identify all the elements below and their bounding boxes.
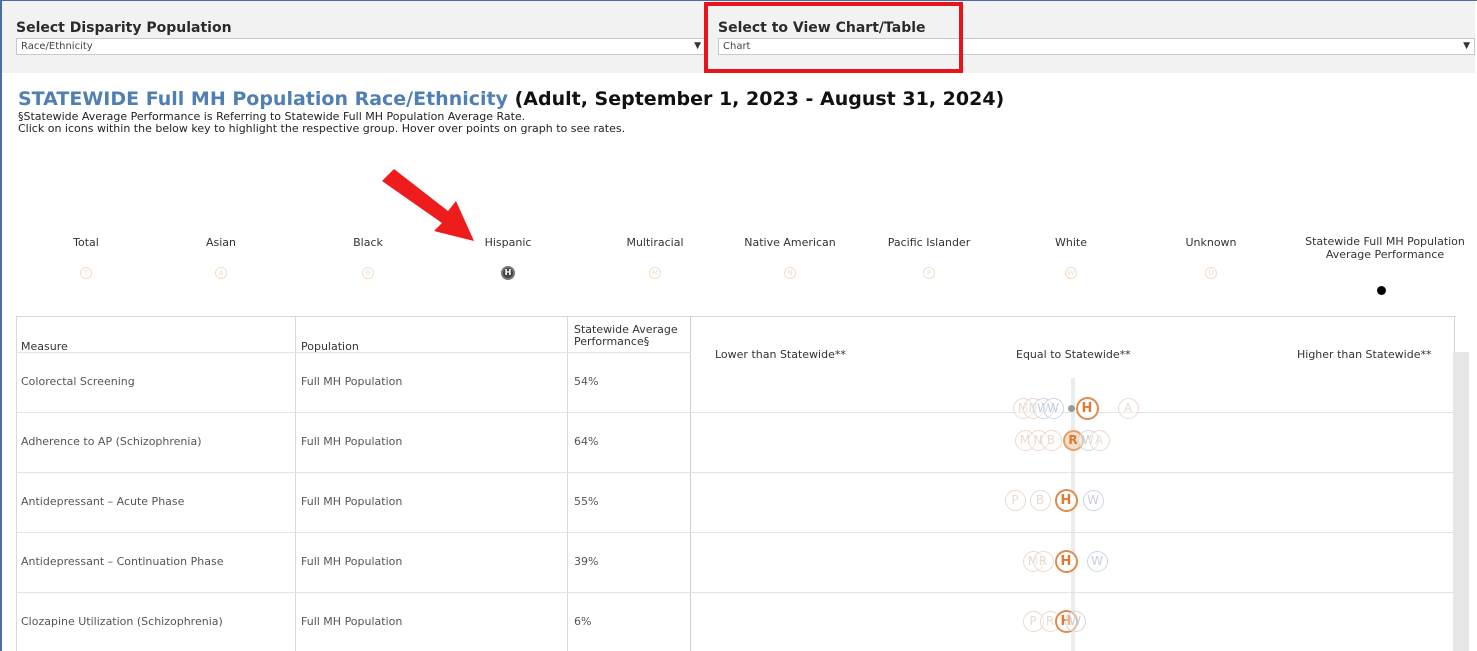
marker-w[interactable]: W: [1064, 610, 1086, 632]
row-divider: [16, 472, 1454, 473]
row-population: Full MH Population: [301, 615, 403, 628]
legend-label-asian: Asian: [205, 236, 237, 249]
legend-hispanic-icon[interactable]: H: [501, 266, 515, 280]
legend-multiracial-icon[interactable]: M: [649, 267, 661, 279]
legend-label-native-american: Native American: [744, 236, 836, 249]
row-measure: Antidepressant – Continuation Phase: [21, 555, 224, 568]
legend-native-american-icon[interactable]: N: [784, 267, 796, 279]
chevron-down-icon: ▼: [1463, 41, 1470, 51]
marker-h[interactable]: H: [1054, 549, 1078, 573]
row-population: Full MH Population: [301, 375, 403, 388]
annotation-highlight-box: [704, 2, 963, 73]
marker-a[interactable]: A: [1117, 397, 1139, 419]
col-divider: [295, 316, 296, 651]
row-measure: Adherence to AP (Schizophrenia): [21, 435, 202, 448]
vertical-scrollbar[interactable]: [1453, 352, 1469, 651]
col-divider: [1454, 316, 1455, 352]
row-statewide-avg: 54%: [574, 375, 599, 388]
legend-total-icon[interactable]: T: [80, 267, 92, 279]
legend-label-black: Black: [353, 236, 383, 249]
marker-a[interactable]: A: [1088, 429, 1110, 451]
marker-b[interactable]: B: [1029, 489, 1051, 511]
measures-table: [16, 316, 1456, 651]
legend-white-icon[interactable]: W: [1065, 267, 1077, 279]
row-statewide-avg: 64%: [574, 435, 599, 448]
disparity-filter-label: Select Disparity Population: [16, 20, 232, 36]
header-statewide-avg: Statewide Average Performance§: [574, 323, 678, 348]
legend-pacific-islander-icon[interactable]: P: [923, 267, 935, 279]
row-measure: Colorectal Screening: [21, 375, 135, 388]
legend-label-total: Total: [73, 236, 99, 249]
row-divider: [16, 532, 1454, 533]
legend-label-white: White: [1055, 236, 1087, 249]
disparity-select[interactable]: Race/Ethnicity ▼: [16, 38, 706, 55]
header-divider: [16, 352, 691, 353]
marker-r[interactable]: R: [1032, 550, 1054, 572]
header-lower: Lower than Statewide**: [715, 348, 846, 361]
legend-avg-label: Statewide Full MH Population Average Per…: [1305, 235, 1465, 261]
legend-label-hispanic: Hispanic: [484, 236, 532, 249]
row-divider: [16, 412, 1454, 413]
title-main: STATEWIDE Full MH Population Race/Ethnic…: [18, 88, 508, 110]
legend-label-unknown: Unknown: [1185, 236, 1237, 249]
col-divider: [567, 316, 568, 651]
legend-black-icon[interactable]: B: [362, 267, 374, 279]
legend-label-multiracial: Multiracial: [626, 236, 684, 249]
marker-w[interactable]: W: [1082, 489, 1104, 511]
legend-avg-dot[interactable]: [1377, 286, 1386, 295]
legend-asian-icon[interactable]: A: [215, 267, 227, 279]
row-measure: Antidepressant – Acute Phase: [21, 495, 185, 508]
row-statewide-avg: 39%: [574, 555, 599, 568]
row-population: Full MH Population: [301, 555, 403, 568]
marker-w[interactable]: W: [1042, 397, 1064, 419]
marker-w[interactable]: W: [1086, 550, 1108, 572]
row-population: Full MH Population: [301, 495, 403, 508]
marker-p[interactable]: P: [1004, 489, 1026, 511]
page-title: STATEWIDE Full MH Population Race/Ethnic…: [18, 88, 1004, 110]
disparity-select-value: Race/Ethnicity: [21, 41, 93, 52]
row-statewide-avg: 6%: [574, 615, 592, 628]
row-measure: Clozapine Utilization (Schizophrenia): [21, 615, 223, 628]
header-higher: Higher than Statewide**: [1297, 348, 1432, 361]
note-instructions: Click on icons within the below key to h…: [18, 122, 626, 135]
row-divider: [16, 592, 1454, 593]
legend-label-pacific-islander: Pacific Islander: [887, 236, 971, 249]
header-equal: Equal to Statewide**: [1016, 348, 1131, 361]
annotation-arrow-icon: [382, 169, 474, 241]
marker-h[interactable]: H: [1054, 488, 1078, 512]
title-sub: (Adult, September 1, 2023 - August 31, 2…: [508, 88, 1005, 110]
marker-b[interactable]: B: [1040, 429, 1062, 451]
col-divider: [690, 316, 691, 651]
statewide-average-point[interactable]: [1067, 404, 1075, 412]
chevron-down-icon: ▼: [694, 41, 701, 51]
marker-h[interactable]: H: [1075, 396, 1099, 420]
row-statewide-avg: 55%: [574, 495, 599, 508]
row-population: Full MH Population: [301, 435, 403, 448]
legend-unknown-icon[interactable]: U: [1205, 267, 1217, 279]
